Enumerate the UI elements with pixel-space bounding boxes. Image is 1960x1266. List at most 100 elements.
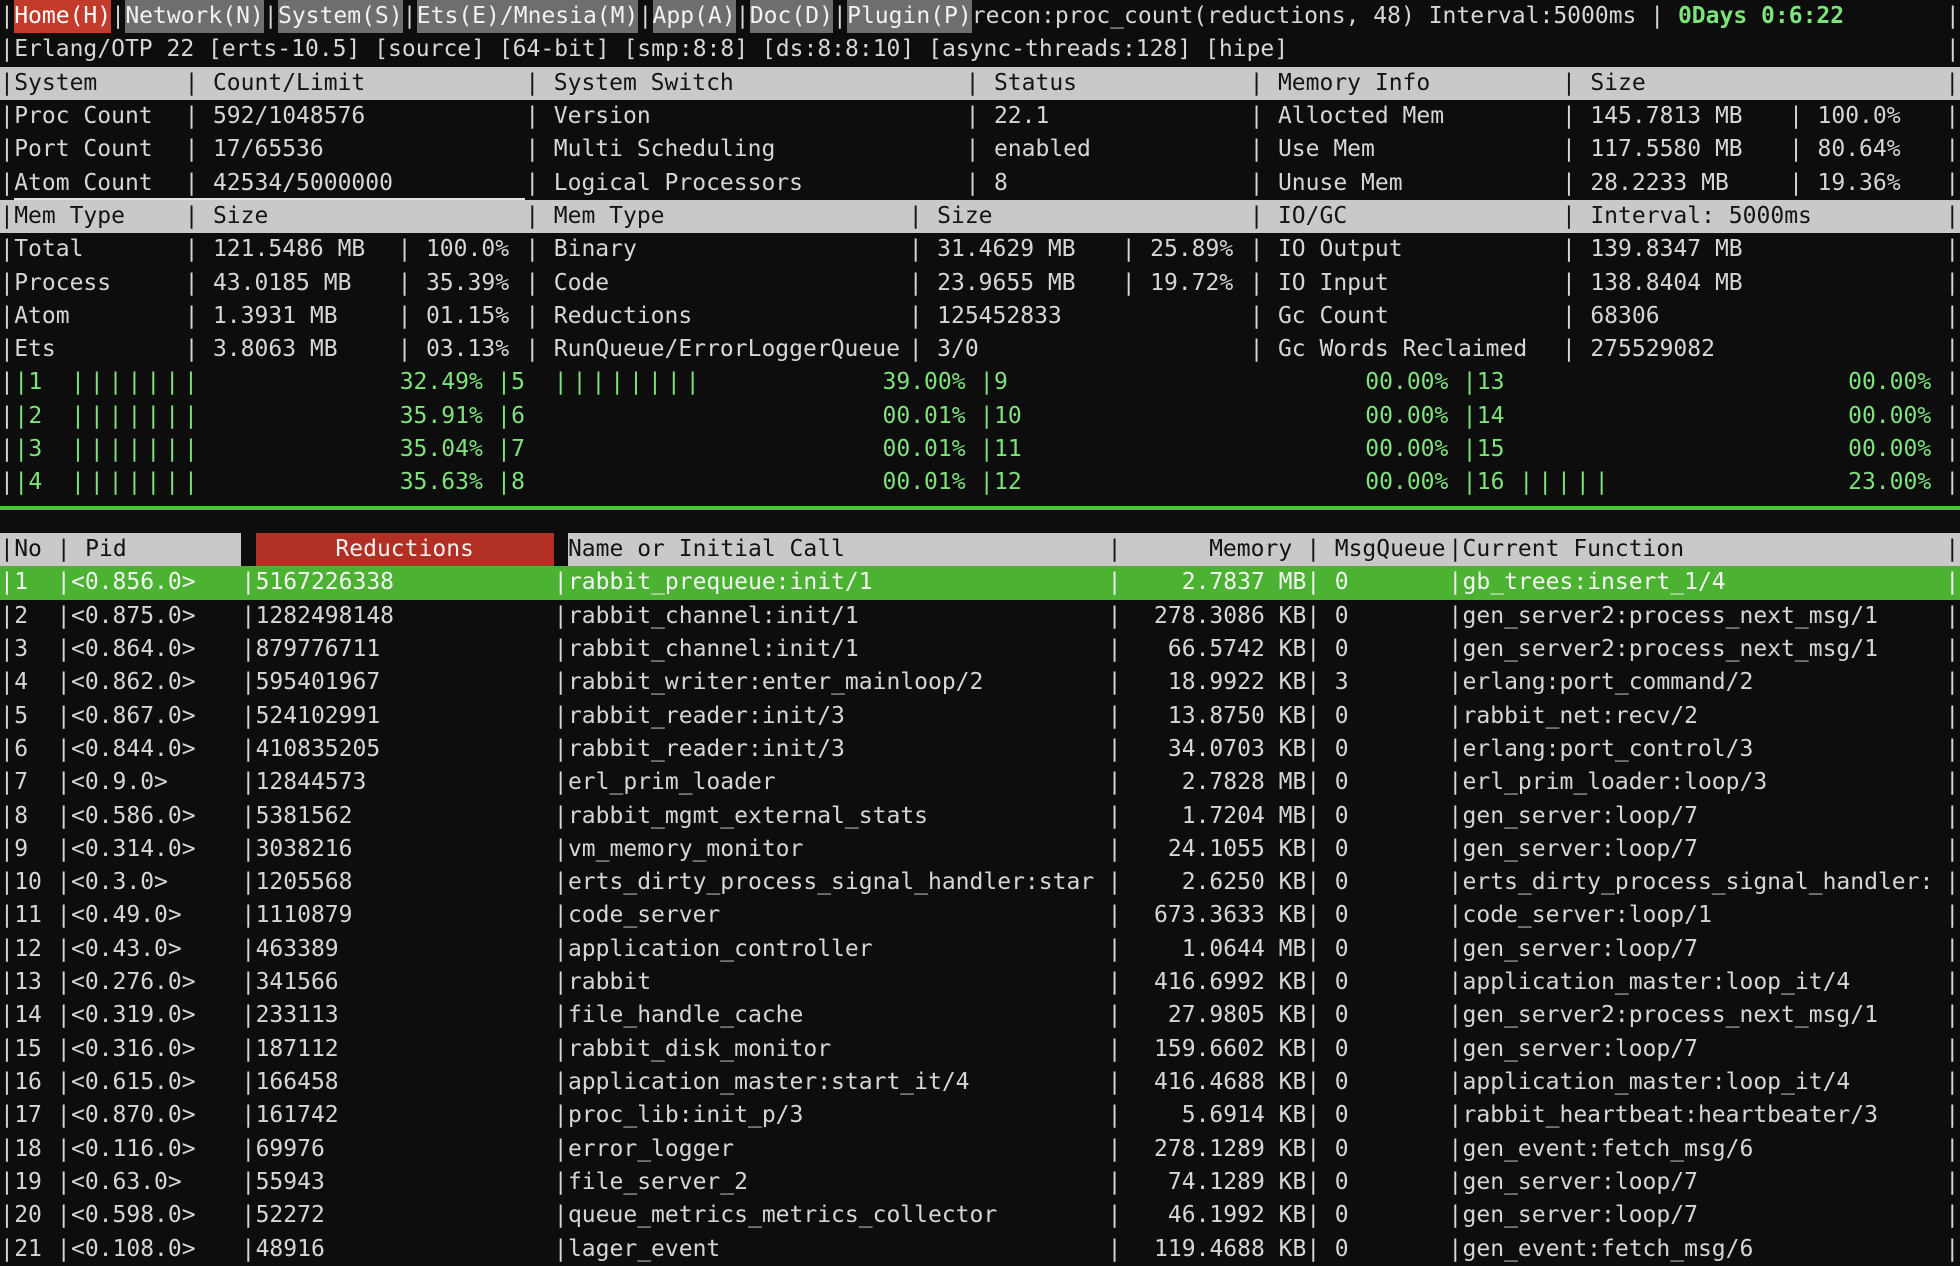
scheduler-pct: 00.01%: [883, 466, 980, 499]
proc-reductions: 48916: [241, 1233, 553, 1266]
scheduler-bars: ||||||||: [554, 366, 883, 399]
scheduler-gauge: 8 00.01%: [497, 466, 980, 499]
process-row[interactable]: 14 <0.319.0> 233113 file_handle_cache 27…: [0, 999, 1960, 1032]
scheduler-gauge: 11 00.00%: [980, 433, 1463, 466]
menu-tab-home[interactable]: Home(H): [14, 0, 111, 33]
sys-mem-info: Allocted Mem: [1250, 100, 1562, 133]
proc-msgqueue: 0: [1306, 999, 1448, 1032]
proc-no: 8: [14, 800, 57, 833]
process-row[interactable]: 8 <0.586.0> 5381562 rabbit_mgmt_external…: [0, 800, 1960, 833]
banner-text: Erlang/OTP 22 [erts-10.5] [source] [64-b…: [14, 33, 1288, 66]
scheduler-pct: 35.63%: [400, 466, 497, 499]
sys-switch: Logical Processors: [525, 167, 965, 200]
proc-current-function: erlang:port_control/3: [1448, 733, 1945, 766]
menu-tab-system[interactable]: System(S): [264, 0, 403, 33]
scheduler-id: 14: [1477, 400, 1520, 433]
proc-pid: <0.598.0>: [57, 1199, 242, 1232]
process-row[interactable]: 2 <0.875.0> 1282498148 rabbit_channel:in…: [0, 600, 1960, 633]
scheduler-gauge: 1 ||||||| 32.49%: [14, 366, 497, 399]
menu-tab-plugin[interactable]: Plugin(P): [833, 0, 972, 33]
process-row[interactable]: 7 <0.9.0> 12844573 erl_prim_loader 2.782…: [0, 766, 1960, 799]
hdr-name-or-initial-call: Name or Initial Call: [554, 533, 1108, 566]
erlang-otp-banner: Erlang/OTP 22 [erts-10.5] [source] [64-b…: [0, 33, 1960, 66]
left-border-pipe: [0, 33, 14, 66]
scheduler-id: 8: [511, 466, 554, 499]
mem-size-1: 3.8063 MB: [185, 333, 398, 366]
menu-tab-doc[interactable]: Doc(D): [736, 0, 833, 33]
proc-memory: 18.9922 KB: [1108, 666, 1307, 699]
proc-msgqueue: 0: [1306, 700, 1448, 733]
process-row[interactable]: 18 <0.116.0> 69976 error_logger 278.1289…: [0, 1133, 1960, 1166]
menu-bar: Home(H) Network(N) System(S) Ets(E)/Mnes…: [0, 0, 1960, 33]
proc-current-function: gen_server:loop/7: [1448, 1199, 1945, 1232]
scheduler-id: 5: [511, 366, 554, 399]
process-row[interactable]: 11 <0.49.0> 1110879 code_server 673.3633…: [0, 899, 1960, 932]
process-row[interactable]: 1 <0.856.0> 5167226338 rabbit_prequeue:i…: [0, 566, 1960, 599]
io-gc-value: 138.8404 MB: [1562, 267, 1945, 300]
process-row[interactable]: 16 <0.615.0> 166458 application_master:s…: [0, 1066, 1960, 1099]
proc-current-function: rabbit_heartbeat:heartbeater/3: [1448, 1099, 1945, 1132]
process-row[interactable]: 19 <0.63.0> 55943 file_server_2 74.1289 …: [0, 1166, 1960, 1199]
proc-no: 11: [14, 899, 57, 932]
scheduler-id: 10: [994, 400, 1037, 433]
mem-type-2: Code: [525, 267, 908, 300]
proc-name: queue_metrics_metrics_collector: [554, 1199, 1108, 1232]
proc-name: erts_dirty_process_signal_handler:star: [554, 866, 1108, 899]
scheduler-pct: 00.00%: [1848, 400, 1945, 433]
process-row[interactable]: 21 <0.108.0> 48916 lager_event 119.4688 …: [0, 1233, 1960, 1266]
process-row[interactable]: 4 <0.862.0> 595401967 rabbit_writer:ente…: [0, 666, 1960, 699]
proc-msgqueue: 0: [1306, 1233, 1448, 1266]
proc-memory: 27.9805 KB: [1108, 999, 1307, 1032]
proc-pid: <0.856.0>: [57, 566, 242, 599]
process-row[interactable]: 12 <0.43.0> 463389 application_controlle…: [0, 933, 1960, 966]
proc-name: rabbit_prequeue:init/1: [554, 566, 1108, 599]
proc-reductions: 3038216: [241, 833, 553, 866]
menu-tab-network[interactable]: Network(N): [111, 0, 264, 33]
proc-memory: 2.6250 KB: [1108, 866, 1307, 899]
hdr-mem-type-2: Mem Type: [525, 200, 908, 233]
process-row[interactable]: 15 <0.316.0> 187112 rabbit_disk_monitor …: [0, 1033, 1960, 1066]
menu-tab-app[interactable]: App(A): [638, 0, 735, 33]
scheduler-pct: 00.00%: [1365, 366, 1462, 399]
observer-cli-terminal: { "colors": { "bg": "#0d0d0d", "fg": "#d…: [0, 0, 1960, 1266]
mem-type-1: Process: [14, 267, 184, 300]
sys-count-limit: 17/65536: [185, 133, 526, 166]
proc-name: rabbit_reader:init/3: [554, 700, 1108, 733]
mem-size-1: 1.3931 MB: [185, 300, 398, 333]
mem-size-2: 23.9655 MB: [909, 267, 1122, 300]
mem-type-1: Total: [14, 233, 184, 266]
proc-current-function: gb_trees:insert_1/4: [1448, 566, 1945, 599]
proc-current-function: code_server:loop/1: [1448, 899, 1945, 932]
menu-tab-label: Plugin(P): [847, 0, 972, 33]
proc-reductions: 5381562: [241, 800, 553, 833]
process-row[interactable]: 20 <0.598.0> 52272 queue_metrics_metrics…: [0, 1199, 1960, 1232]
sys-label: Atom Count: [14, 167, 184, 200]
sys-pct: 80.64%: [1789, 133, 1945, 166]
process-row[interactable]: 9 <0.314.0> 3038216 vm_memory_monitor 24…: [0, 833, 1960, 866]
sort-column-reductions[interactable]: Reductions: [241, 533, 553, 566]
io-gc-value: 68306: [1562, 300, 1945, 333]
scheduler-gauge: 10 00.00%: [980, 400, 1463, 433]
mem-pct-1: 03.13%: [398, 333, 526, 366]
proc-name: application_master:start_it/4: [554, 1066, 1108, 1099]
scheduler-id: 1: [28, 366, 71, 399]
process-row[interactable]: 3 <0.864.0> 879776711 rabbit_channel:ini…: [0, 633, 1960, 666]
hdr-system-switch: System Switch: [525, 67, 965, 100]
proc-current-function: gen_server:loop/7: [1448, 1033, 1945, 1066]
menu-tab-ets-mnesia[interactable]: Ets(E)/Mnesia(M): [403, 0, 639, 33]
proc-no: 18: [14, 1133, 57, 1166]
proc-memory: 34.0703 KB: [1108, 733, 1307, 766]
scheduler-bars: |||||: [1519, 466, 1848, 499]
process-row[interactable]: 13 <0.276.0> 341566 rabbit 416.6992 KB 0…: [0, 966, 1960, 999]
process-row[interactable]: 17 <0.870.0> 161742 proc_lib:init_p/3 5.…: [0, 1099, 1960, 1132]
proc-msgqueue: 0: [1306, 1199, 1448, 1232]
proc-pid: <0.43.0>: [57, 933, 242, 966]
process-row[interactable]: 5 <0.867.0> 524102991 rabbit_reader:init…: [0, 700, 1960, 733]
process-row[interactable]: 6 <0.844.0> 410835205 rabbit_reader:init…: [0, 733, 1960, 766]
proc-msgqueue: 0: [1306, 766, 1448, 799]
proc-no: 5: [14, 700, 57, 733]
mem-type-2: Binary: [525, 233, 908, 266]
process-row[interactable]: 10 <0.3.0> 1205568 erts_dirty_process_si…: [0, 866, 1960, 899]
mem-size-2: 125452833: [909, 300, 1250, 333]
proc-no: 17: [14, 1099, 57, 1132]
